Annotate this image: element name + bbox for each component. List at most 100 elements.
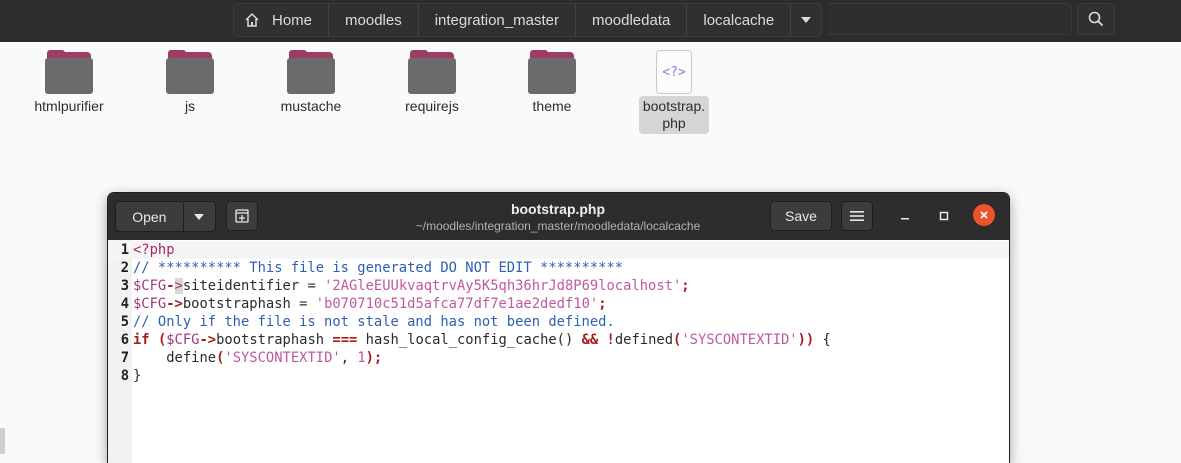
menu-button[interactable] [841,201,873,231]
code-line[interactable]: 1 <?php [108,241,1009,259]
file-glyph: <?> [662,64,686,80]
folder-requirejs[interactable]: requirejs [387,50,477,115]
hamburger-menu-icon [850,211,864,221]
code-token: 1 [357,350,366,366]
open-label: Open [132,208,167,225]
search-button[interactable] [1077,3,1115,35]
code-text: } [133,367,141,385]
folder-icon [166,50,214,94]
breadcrumb: Home moodles integration_master moodleda… [233,3,823,37]
code-token: ; [681,278,690,294]
code-line[interactable]: 4 $CFG->bootstraphash = 'b070710c51d5afca… [108,295,1009,313]
file-bootstrap-php[interactable]: <?> bootstrap. php [629,50,719,134]
breadcrumb-label: localcache [703,11,775,29]
minimize-button[interactable] [892,203,918,229]
line-number: 6 [120,332,129,348]
code-token: bootstraphash [216,332,333,348]
scrollbar[interactable] [0,428,5,454]
text-editor-window: Open bootstrap.php ~/moodles/integration… [108,193,1009,463]
new-tab-button[interactable] [226,201,258,231]
chevron-down-icon [801,17,812,23]
item-label: theme [532,98,572,114]
open-button-group: Open [115,201,216,232]
window-title: bootstrap.php [510,201,606,217]
folder-theme[interactable]: theme [507,50,597,115]
folder-icon [528,50,576,94]
close-button[interactable] [973,204,995,226]
code-token: define [133,350,217,366]
breadcrumb-moodledata[interactable]: moodledata [576,4,688,36]
home-icon [245,12,259,27]
code-token: $CFG [133,296,167,312]
code-text: $CFG->bootstraphash = 'b070710c51d5afca7… [133,295,607,313]
editor-headerbar: Open bootstrap.php ~/moodles/integration… [108,193,1009,240]
code-token: { [814,332,831,348]
folder-icon [287,50,335,94]
search-icon [1088,11,1104,27]
breadcrumb-label: moodledata [591,11,671,29]
code-token: // ********** This file is generated DO … [133,260,624,276]
file-manager-header: Home moodles integration_master moodleda… [0,0,1181,42]
close-icon [980,211,988,219]
folder-icon [45,50,93,94]
code-line[interactable]: 6 if ($CFG->bootstraphash === hash_local_… [108,331,1009,349]
code-token: 'SYSCONTEXTID' [681,332,798,348]
code-line[interactable]: 5// Only if the file is not stale and ha… [108,313,1009,331]
code-token: -> [199,332,217,348]
code-editor[interactable]: 1 <?php 2// ********** This file is genera… [108,240,1009,463]
code-token: defined [614,332,674,348]
breadcrumb-label: moodles [345,11,402,29]
line-number: 4 [120,296,129,312]
folder-htmlpurifier[interactable]: htmlpurifier [24,50,114,115]
code-token: ; [598,296,607,312]
code-token: && [581,332,599,348]
maximize-button[interactable] [931,203,957,229]
window-title-block: bootstrap.php ~/moodles/integration_mast… [338,201,778,234]
code-line[interactable]: 7 define('SYSCONTEXTID', 1); [108,349,1009,367]
code-line[interactable]: 8} [108,367,1009,385]
breadcrumb-label: Home [272,11,313,29]
save-button[interactable]: Save [770,201,832,231]
line-number: 7 [120,350,129,366]
code-token: if [133,332,150,348]
code-token: '2AGleEUUkvaqtrvAy5K5qh36hrJd8P69localho… [324,278,682,294]
folder-js[interactable]: js [145,50,235,115]
folder-icon [408,50,456,94]
line-number: 5 [120,314,129,330]
line-number: 1 [120,242,129,258]
path-bar-empty [828,3,1072,35]
line-number: 3 [120,278,129,294]
breadcrumb-label: integration_master [434,11,559,29]
item-label: js [184,98,196,114]
code-token: $CFG [166,332,200,348]
breadcrumb-menu-button[interactable] [791,4,821,36]
save-label: Save [785,208,817,224]
code-text: if ($CFG->bootstraphash === hash_local_c… [133,331,831,349]
folder-mustache[interactable]: mustache [266,50,356,115]
code-text: // ********** This file is generated DO … [133,259,623,277]
code-line[interactable]: 2// ********** This file is generated DO… [108,259,1009,277]
code-token: <?php [133,242,175,258]
code-token: siteidentifier = [182,278,325,294]
window-subtitle: ~/moodles/integration_master/moodledata/… [415,219,701,233]
code-token: , [340,350,358,366]
open-button[interactable]: Open [116,202,184,231]
code-token: 'b070710c51d5afca77df7e1ae2dedf10' [315,296,599,312]
line-number: 8 [120,368,129,384]
breadcrumb-moodles[interactable]: moodles [329,4,419,36]
open-menu-button[interactable] [184,202,215,231]
breadcrumb-home[interactable]: Home [234,4,330,36]
item-label: bootstrap. php [638,96,710,134]
code-token: 'SYSCONTEXTID' [224,350,341,366]
code-token: - [166,278,175,294]
code-text: <?php [133,241,175,259]
code-token: $CFG [133,278,167,294]
breadcrumb-localcache[interactable]: localcache [687,4,792,36]
maximize-icon [939,211,949,221]
chevron-down-icon [194,213,205,220]
code-text: // Only if the file is not stale and has… [133,313,615,331]
breadcrumb-integration-master[interactable]: integration_master [419,4,576,36]
code-line[interactable]: 3 $CFG->siteidentifier = '2AGleEUUkvaqtrv… [108,277,1009,295]
